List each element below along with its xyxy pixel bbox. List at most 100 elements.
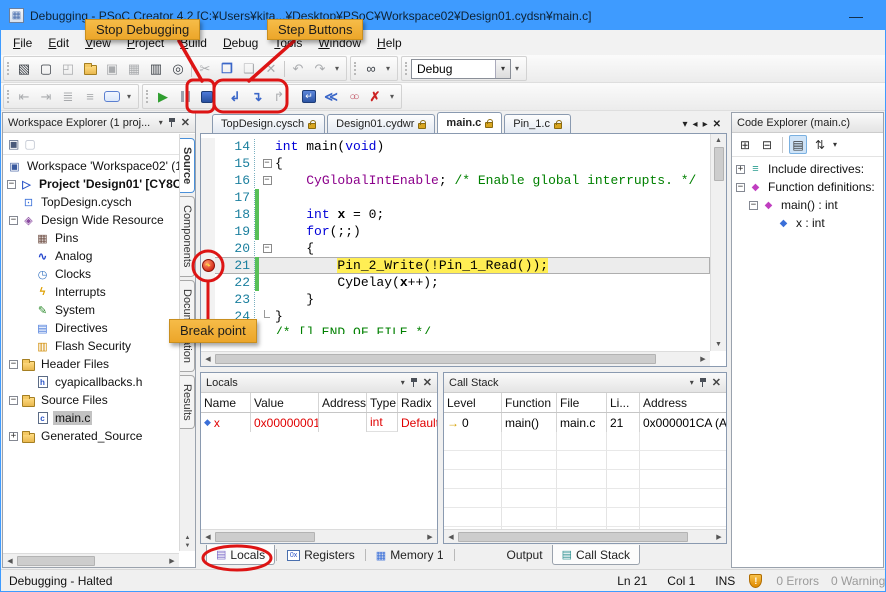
scroll-right-icon[interactable]: ▶ <box>696 353 710 366</box>
code-text[interactable]: } <box>275 309 710 324</box>
tree-item-interrupts[interactable]: ϟ Interrupts <box>3 283 179 301</box>
code-line[interactable]: ↷ 21 Pin_2_Write(!Pin_1_Read()); <box>201 257 710 274</box>
column-radix[interactable]: Radix <box>398 393 437 412</box>
side-tab-documentation[interactable]: Documentation <box>180 280 195 372</box>
tabs-scroll-up-icon[interactable]: ▲ <box>185 535 191 541</box>
scrollbar-thumb[interactable] <box>17 556 95 566</box>
scroll-left-icon[interactable]: ◀ <box>444 530 458 543</box>
print-preview-button[interactable]: ◎ <box>167 58 189 80</box>
tab-next-icon[interactable]: ▸ <box>703 119 708 130</box>
fold-column[interactable]: − <box>259 159 275 168</box>
status-errors[interactable]: 0 Errors <box>776 574 819 588</box>
call-stack-hscrollbar[interactable]: ◀ ▶ <box>444 529 726 543</box>
open-file-button[interactable] <box>79 58 101 80</box>
close-icon[interactable]: ✕ <box>423 376 432 389</box>
copy-button[interactable]: ❐ <box>216 58 238 80</box>
tab-design01-cydwr[interactable]: Design01.cydwr <box>327 114 435 133</box>
toolbar-overflow-button[interactable]: ▾ <box>511 58 523 80</box>
code-line[interactable]: 24 } <box>201 308 710 325</box>
sort-dropdown-icon[interactable]: ▾ <box>833 140 837 149</box>
code-text[interactable]: CyDelay(x++); <box>275 275 710 290</box>
increase-indent-button[interactable]: ⇥ <box>35 86 57 108</box>
reset-button[interactable]: ≪ <box>320 86 342 108</box>
scroll-left-icon[interactable]: ◀ <box>3 554 17 567</box>
tab-output[interactable]: Output <box>498 545 552 565</box>
code-line[interactable]: 18 int x = 0; <box>201 206 710 223</box>
tree-item-design-wide-resources[interactable]: − ◈ Design Wide Resource <box>3 211 179 229</box>
collapse-tree-icon[interactable]: ⊟ <box>758 135 776 154</box>
tree-item-topdesign[interactable]: ⊡ TopDesign.cysch <box>3 193 179 211</box>
tab-menu-icon[interactable]: ▾ <box>683 119 688 130</box>
tree-item-generated-source[interactable]: + Generated_Source <box>3 427 179 445</box>
menu-edit[interactable]: Edit <box>40 32 77 54</box>
close-icon[interactable]: ✕ <box>181 116 190 129</box>
menu-build[interactable]: Build <box>172 32 215 54</box>
find-dropdown-button[interactable]: ▾ <box>382 58 394 80</box>
tree-item-analog[interactable]: ∿ Analog <box>3 247 179 265</box>
tab-memory-1[interactable]: ▦ Memory 1 <box>367 545 453 565</box>
code-text[interactable]: { <box>275 156 710 171</box>
code-line[interactable]: 19 for(;;) <box>201 223 710 240</box>
collapse-expander[interactable]: − <box>736 183 745 192</box>
fold-column[interactable]: − <box>259 176 275 185</box>
menu-debug[interactable]: Debug <box>215 32 266 54</box>
debug-configuration-combo[interactable]: Debug ▾ <box>411 59 511 79</box>
expand-tree-icon[interactable]: ⊞ <box>736 135 754 154</box>
tree-item-source-files[interactable]: − Source Files <box>3 391 179 409</box>
code-line[interactable]: 16 − CyGlobalIntEnable; /* Enable global… <box>201 172 710 189</box>
tabs-scroll-down-icon[interactable]: ▼ <box>185 543 191 549</box>
scroll-right-icon[interactable]: ▶ <box>712 530 726 543</box>
delete-button[interactable]: ✕ <box>260 58 282 80</box>
close-icon[interactable]: ✕ <box>712 376 721 389</box>
tree-item-main-function[interactable]: − ◆ main() : int <box>732 196 883 214</box>
save-all-button[interactable]: ▦ <box>123 58 145 80</box>
scroll-up-icon[interactable]: ▲ <box>712 134 726 147</box>
breakpoint-margin[interactable] <box>201 274 215 291</box>
tab-call-stack[interactable]: ▤ Call Stack <box>552 545 640 565</box>
scroll-left-icon[interactable]: ◀ <box>201 530 215 543</box>
editor-vscrollbar[interactable]: ▲ ▼ <box>710 134 726 351</box>
uncomment-button[interactable]: ≡ <box>79 86 101 108</box>
cut-button[interactable]: ✂ <box>194 58 216 80</box>
collapse-expander[interactable]: − <box>9 396 18 405</box>
toolbar-overflow-button[interactable]: ▾ <box>123 86 135 108</box>
status-warnings[interactable]: 0 Warnings <box>831 574 885 588</box>
whitespace-toggle-button[interactable] <box>101 86 123 108</box>
tree-item-cyapicallbacks[interactable]: h cyapicallbacks.h <box>3 373 179 391</box>
debug-run-button[interactable]: ▶ <box>152 86 174 108</box>
expand-all-icon[interactable]: ▢ <box>24 137 35 151</box>
menu-tools[interactable]: Tools <box>266 32 310 54</box>
column-value[interactable]: Value <box>251 393 319 412</box>
menu-help[interactable]: Help <box>369 32 410 54</box>
breakpoint-margin[interactable] <box>201 189 215 206</box>
column-level[interactable]: Level <box>444 393 502 412</box>
breakpoint-margin[interactable] <box>201 325 215 334</box>
column-file[interactable]: File <box>557 393 607 412</box>
scroll-right-icon[interactable]: ▶ <box>165 554 179 567</box>
undo-button[interactable]: ↶ <box>287 58 309 80</box>
fold-toggle-icon[interactable]: − <box>263 159 272 168</box>
tab-locals[interactable]: ▤ Locals <box>206 545 275 565</box>
group-toggle-icon[interactable]: ▤ <box>789 135 807 154</box>
scrollbar-thumb[interactable] <box>714 147 724 181</box>
panel-menu-icon[interactable]: ▾ <box>401 378 405 387</box>
toolbar-overflow-button[interactable]: ▾ <box>386 86 398 108</box>
column-type[interactable]: Type <box>367 393 398 412</box>
breakpoint-margin[interactable] <box>201 223 215 240</box>
run-to-cursor-button[interactable]: ↵ <box>298 86 320 108</box>
toolbar-overflow-button[interactable]: ▾ <box>331 58 343 80</box>
scrollbar-thumb[interactable] <box>458 532 688 542</box>
tree-item-directives[interactable]: ▤ Directives <box>3 319 179 337</box>
scroll-left-icon[interactable]: ◀ <box>201 353 215 366</box>
collapse-expander[interactable]: − <box>9 360 18 369</box>
comment-button[interactable]: ≣ <box>57 86 79 108</box>
code-text[interactable]: int main(void) <box>275 139 710 154</box>
expand-expander[interactable]: + <box>9 432 18 441</box>
code-editor[interactable]: 14 int main(void) 15 − { 16 − CyGlobalIn… <box>200 133 727 367</box>
code-line[interactable]: 22 CyDelay(x++); <box>201 274 710 291</box>
code-line[interactable]: 15 − { <box>201 155 710 172</box>
code-text[interactable]: } <box>275 292 710 307</box>
tree-item-main-c[interactable]: c main.c <box>3 409 179 427</box>
side-tab-source[interactable]: Source <box>180 138 195 193</box>
collapse-all-icon[interactable]: ▣ <box>8 137 19 151</box>
